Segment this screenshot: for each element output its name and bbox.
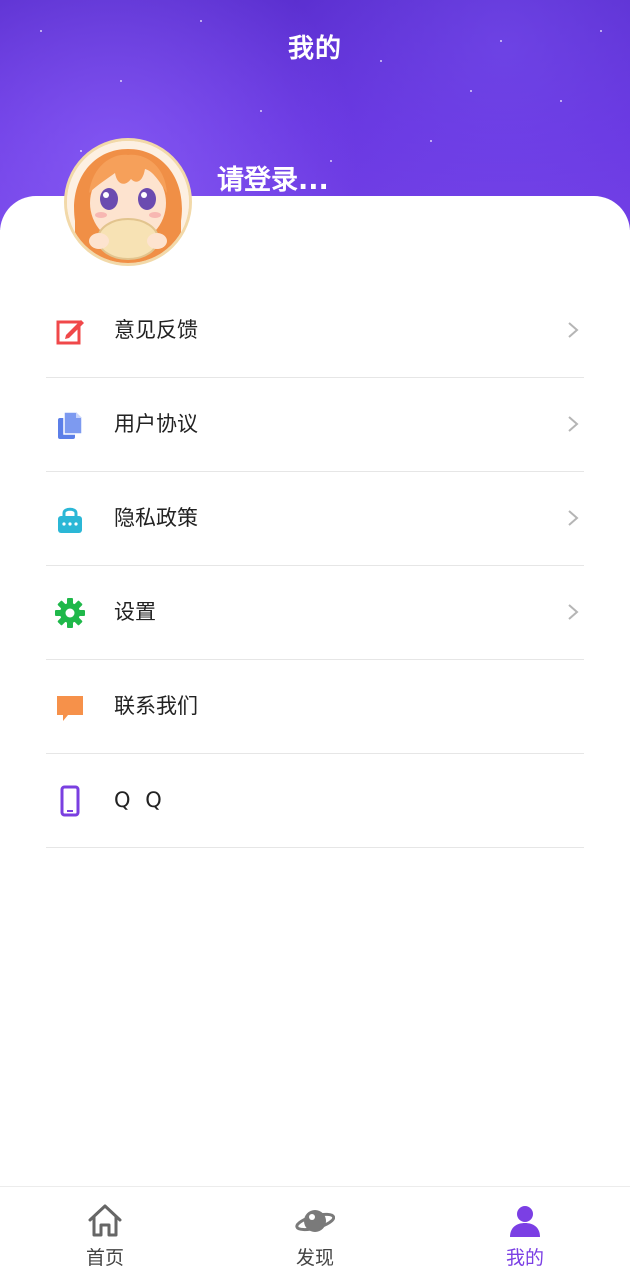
chevron-right-icon bbox=[568, 416, 579, 432]
tab-home[interactable]: 首页 bbox=[0, 1187, 210, 1281]
lock-icon bbox=[58, 507, 82, 533]
menu-label: 用户协议 bbox=[114, 412, 198, 436]
menu-item-user-agreement[interactable]: 用户协议 bbox=[46, 378, 584, 472]
chevron-right-icon bbox=[568, 322, 579, 338]
document-icon bbox=[58, 411, 83, 439]
gear-icon bbox=[55, 598, 85, 628]
anime-girl-avatar-image bbox=[67, 141, 189, 263]
tab-label: 首页 bbox=[85, 1247, 124, 1269]
chat-icon bbox=[57, 696, 83, 721]
home-icon bbox=[88, 1204, 122, 1237]
edit-icon bbox=[56, 320, 84, 345]
menu-item-settings[interactable]: 设置 bbox=[46, 566, 584, 660]
menu-item-contact-us[interactable]: 联系我们 bbox=[46, 660, 584, 754]
menu-label: 设置 bbox=[114, 600, 156, 624]
menu-label: Q Q bbox=[114, 788, 166, 812]
bottom-tab-bar: 首页 发现 我的 bbox=[0, 1186, 630, 1281]
menu-label: 隐私政策 bbox=[114, 506, 198, 530]
tab-mine[interactable]: 我的 bbox=[420, 1187, 630, 1281]
page-title: 我的 bbox=[287, 34, 342, 64]
phone-icon bbox=[60, 785, 80, 817]
menu-item-feedback[interactable]: 意见反馈 bbox=[46, 284, 584, 378]
tab-discover[interactable]: 发现 bbox=[210, 1187, 420, 1281]
menu-label: 联系我们 bbox=[114, 694, 198, 718]
menu-item-privacy-policy[interactable]: 隐私政策 bbox=[46, 472, 584, 566]
menu-label: 意见反馈 bbox=[114, 318, 198, 342]
menu-list: 意见反馈 用户协议 隐私政策 设置 联系我们 Q Q bbox=[46, 284, 584, 848]
tab-label: 发现 bbox=[295, 1247, 334, 1269]
user-icon bbox=[510, 1206, 540, 1237]
login-prompt[interactable]: 请登录... bbox=[217, 158, 329, 197]
avatar[interactable] bbox=[64, 138, 192, 266]
tab-label: 我的 bbox=[505, 1247, 544, 1269]
menu-item-qq[interactable]: Q Q bbox=[46, 754, 584, 848]
chevron-right-icon bbox=[568, 510, 579, 526]
planet-icon bbox=[295, 1210, 335, 1232]
chevron-right-icon bbox=[568, 604, 579, 620]
